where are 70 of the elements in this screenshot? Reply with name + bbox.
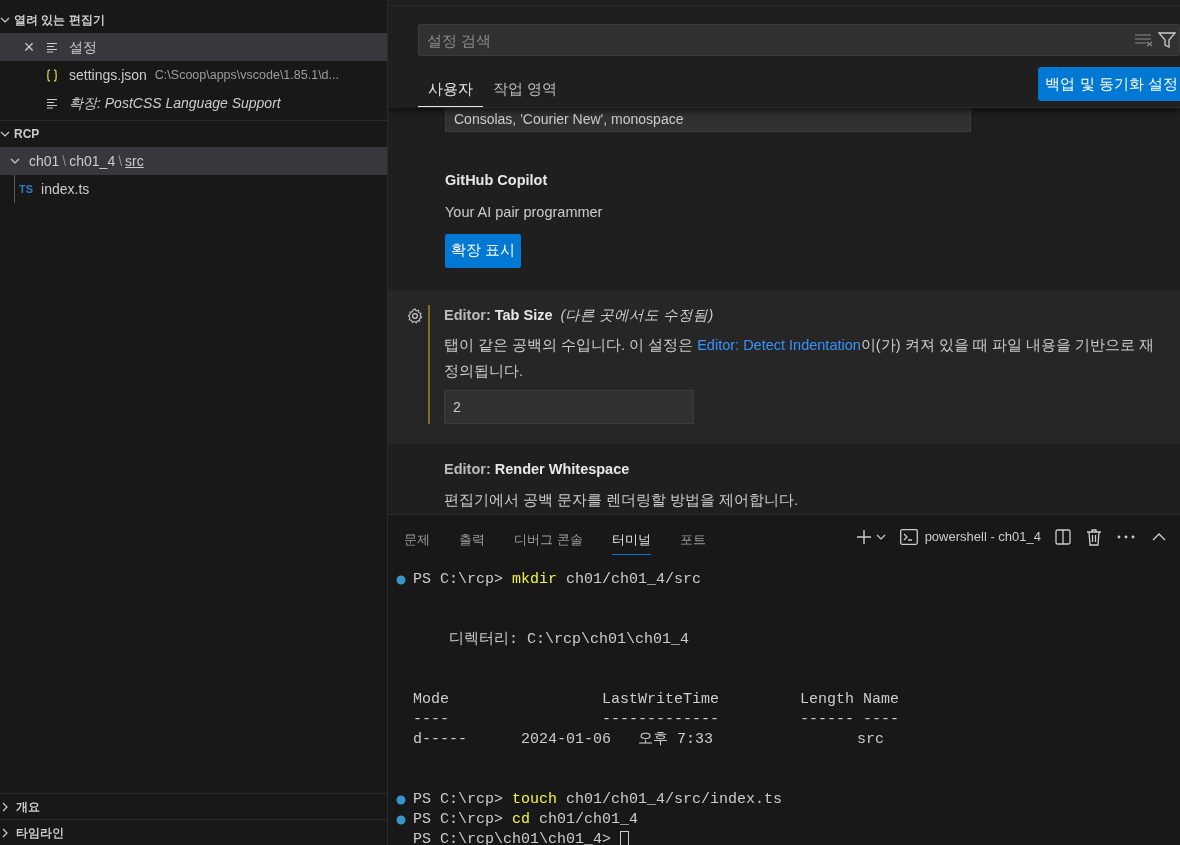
command-status-dot-icon bbox=[395, 815, 406, 825]
settings-tab[interactable]: 사용자 bbox=[418, 73, 483, 107]
setting-description: Your AI pair programmer bbox=[445, 202, 603, 222]
path-separator-icon: \ bbox=[118, 150, 123, 172]
terminal-line: PS C:\rcp> cd ch01/ch01_4 bbox=[413, 810, 639, 830]
filter-icon[interactable] bbox=[1158, 32, 1176, 48]
editor-name: settings.json bbox=[69, 65, 147, 85]
close-button[interactable]: × bbox=[23, 38, 35, 56]
command-status-dot-icon bbox=[395, 795, 406, 805]
folder-name[interactable]: ch01 bbox=[29, 150, 60, 172]
gear-icon[interactable] bbox=[406, 306, 424, 325]
file-row[interactable]: TS index.ts bbox=[15, 175, 387, 203]
folder-name[interactable]: ch01_4 bbox=[69, 150, 116, 172]
setting-title: Editor: Render Whitespace bbox=[444, 460, 630, 480]
terminal-line: PS C:\rcp> mkdir ch01/ch01_4/src bbox=[413, 570, 702, 590]
trash-icon[interactable] bbox=[1086, 528, 1102, 546]
panel-tab[interactable]: 디버그 콘솔 bbox=[514, 525, 583, 555]
setting-title: GitHub Copilot bbox=[445, 171, 548, 190]
section-header[interactable]: 타임라인 bbox=[0, 819, 387, 845]
backup-sync-button[interactable]: 백업 및 동기화 설정 bbox=[1038, 67, 1180, 101]
open-editor-item[interactable]: 확장: PostCSS Language Support bbox=[0, 89, 387, 117]
terminal-selector[interactable]: powershell - ch01_4 bbox=[899, 527, 1041, 547]
terminal-line: PS C:\rcp> touch ch01/ch01_4/src/index.ts bbox=[413, 790, 783, 810]
split-icon[interactable] bbox=[1055, 529, 1071, 545]
braces-icon bbox=[46, 68, 58, 82]
terminal-icon bbox=[899, 529, 918, 545]
terminal-output: Mode LastWriteTime Length Name bbox=[412, 690, 901, 710]
text-field[interactable]: Consolas, 'Courier New', monospace bbox=[445, 108, 971, 132]
terminal-output: 디렉터리: C:\rcp\ch01\ch01_4 bbox=[448, 630, 691, 650]
plus-icon[interactable] bbox=[855, 529, 872, 545]
folder-row[interactable]: ch01 \ ch01_4 \ src bbox=[0, 147, 387, 175]
section-header[interactable]: 개요 bbox=[0, 793, 387, 819]
terminal-output: d----- 2024-01-06 오후 7:33 src bbox=[412, 730, 886, 750]
chevron-right-icon bbox=[0, 827, 10, 838]
settings-tab[interactable]: 작업 영역 bbox=[483, 73, 568, 107]
search-field[interactable]: 설정 검색 bbox=[418, 24, 1180, 56]
folder-name[interactable]: src bbox=[125, 150, 144, 172]
setting-description: 편집기에서 공백 문자를 렌더링할 방법을 제어합니다. bbox=[444, 491, 799, 510]
editor-name: 확장: PostCSS Language Support bbox=[69, 93, 281, 113]
modified-note: (다른 곳에서도 수정됨) bbox=[560, 305, 714, 325]
terminal-output: ---- ------------- ------ ---- bbox=[412, 710, 901, 730]
panel-tab[interactable]: 포트 bbox=[679, 525, 706, 555]
editor-name: 설정 bbox=[69, 37, 97, 57]
number-field[interactable]: 2 bbox=[444, 390, 694, 425]
path-separator-icon: \ bbox=[62, 150, 67, 172]
open-editor-item[interactable]: settings.json C:\Scoop\apps\vscode\1.85.1\d... bbox=[0, 61, 387, 89]
file-name: index.ts bbox=[41, 179, 90, 199]
chevron-right-icon bbox=[0, 801, 10, 812]
setting-title: Editor: Tab Size bbox=[444, 305, 553, 325]
command-status-dot-icon bbox=[395, 575, 406, 585]
setting-description: 탭이 같은 공백의 수입니다. 이 설정은 Editor: Detect Indentation이(가) 켜져 있을 때 파일 내용을 기반으로 재정의됩니다. bbox=[444, 336, 1155, 382]
chevron-down-icon bbox=[0, 129, 10, 139]
more-icon[interactable] bbox=[1117, 535, 1135, 539]
panel-tab[interactable]: 출력 bbox=[459, 525, 485, 555]
show-extension-button[interactable]: 확장 표시 bbox=[445, 233, 522, 268]
clear-filter-icon[interactable] bbox=[1134, 33, 1154, 47]
open-editor-item[interactable]: × 설정 bbox=[0, 33, 387, 61]
typescript-icon: TS bbox=[19, 180, 34, 198]
chevron-up-icon[interactable] bbox=[1152, 532, 1166, 542]
lines-icon bbox=[46, 41, 58, 53]
panel-tab[interactable]: 터미널 bbox=[611, 525, 651, 555]
lines-icon bbox=[46, 97, 58, 109]
setting-link[interactable]: Editor: Detect Indentation bbox=[697, 337, 861, 354]
panel-tab[interactable]: 문제 bbox=[404, 525, 430, 555]
section-header[interactable]: 열려 있는 편집기 bbox=[0, 7, 387, 33]
chevron-down-icon bbox=[0, 15, 10, 25]
chevron-down-icon bbox=[10, 156, 20, 166]
chevron-down-icon[interactable] bbox=[875, 532, 886, 542]
section-header[interactable]: RCP bbox=[0, 121, 387, 147]
editor-path: C:\Scoop\apps\vscode\1.85.1\d... bbox=[154, 66, 339, 84]
